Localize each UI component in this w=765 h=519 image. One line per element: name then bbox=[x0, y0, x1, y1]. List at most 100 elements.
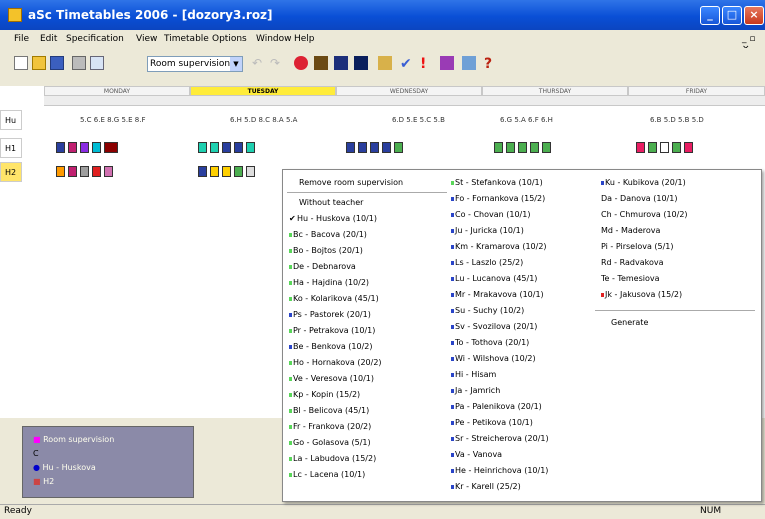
context-menu-item[interactable]: Pe - Petikova (10/1) bbox=[451, 418, 533, 427]
report-icon[interactable] bbox=[440, 56, 454, 70]
menu-timetable[interactable]: Timetable bbox=[164, 34, 209, 44]
row-label-h2[interactable]: H2 bbox=[0, 162, 22, 182]
context-menu-item[interactable]: He - Heinrichova (10/1) bbox=[451, 466, 548, 475]
context-menu-item[interactable]: Te - Temesiova bbox=[601, 274, 660, 283]
chart-icon[interactable] bbox=[462, 56, 476, 70]
lesson-card[interactable] bbox=[382, 142, 391, 153]
context-menu-item[interactable]: Su - Suchy (10/2) bbox=[451, 306, 524, 315]
lesson-card[interactable] bbox=[92, 166, 101, 177]
lesson-card[interactable] bbox=[370, 142, 379, 153]
lesson-card[interactable] bbox=[346, 142, 355, 153]
lesson-card[interactable] bbox=[530, 142, 539, 153]
context-menu-item[interactable]: Md - Maderova bbox=[601, 226, 660, 235]
menu-view[interactable]: View bbox=[136, 34, 157, 44]
context-menu-item[interactable]: Ve - Veresova (10/1) bbox=[289, 374, 374, 383]
lesson-card[interactable] bbox=[56, 142, 65, 153]
context-menu-item[interactable]: Ch - Chmurova (10/2) bbox=[601, 210, 688, 219]
context-menu-item[interactable]: Sr - Streicherova (20/1) bbox=[451, 434, 549, 443]
undo-icon[interactable]: ↶ bbox=[252, 56, 266, 70]
context-menu-item[interactable]: Bc - Bacova (20/1) bbox=[289, 230, 367, 239]
lesson-card[interactable] bbox=[394, 142, 403, 153]
lesson-card[interactable] bbox=[648, 142, 657, 153]
context-menu-item[interactable]: To - Tothova (20/1) bbox=[451, 338, 529, 347]
lesson-card[interactable] bbox=[68, 142, 77, 153]
lesson-card[interactable] bbox=[210, 166, 219, 177]
lesson-card[interactable] bbox=[518, 142, 527, 153]
context-menu-item[interactable]: Rd - Radvakova bbox=[601, 258, 664, 267]
open-folder-icon[interactable] bbox=[32, 56, 46, 70]
lesson-card[interactable] bbox=[104, 142, 118, 153]
menu-help[interactable]: Help bbox=[294, 34, 315, 44]
menu-specification[interactable]: Specification bbox=[66, 34, 124, 44]
students-icon[interactable] bbox=[354, 56, 368, 70]
redo-icon[interactable]: ↷ bbox=[270, 56, 284, 70]
save-icon[interactable] bbox=[50, 56, 64, 70]
new-document-icon[interactable] bbox=[14, 56, 28, 70]
context-menu-item[interactable]: Go - Golasova (5/1) bbox=[289, 438, 371, 447]
lesson-card[interactable] bbox=[104, 166, 113, 177]
context-menu-item[interactable]: ✔Hu - Huskova (10/1) bbox=[289, 214, 377, 223]
context-menu-item[interactable]: Remove room supervision bbox=[299, 178, 403, 187]
context-menu-item[interactable]: Bl - Belicova (45/1) bbox=[289, 406, 369, 415]
context-menu-item[interactable]: Ps - Pastorek (20/1) bbox=[289, 310, 371, 319]
close-button[interactable]: × bbox=[744, 6, 764, 25]
lesson-card[interactable] bbox=[198, 142, 207, 153]
globe-icon[interactable] bbox=[294, 56, 308, 70]
lesson-card[interactable] bbox=[198, 166, 207, 177]
lesson-card[interactable] bbox=[210, 142, 219, 153]
context-menu-item[interactable]: Wi - Wilshova (10/2) bbox=[451, 354, 536, 363]
warning-icon[interactable]: ! bbox=[420, 56, 434, 72]
context-menu-item[interactable]: Ls - Laszlo (25/2) bbox=[451, 258, 523, 267]
context-menu-item[interactable]: Lu - Lucanova (45/1) bbox=[451, 274, 537, 283]
help-icon[interactable]: ? bbox=[484, 56, 498, 72]
check-icon[interactable]: ✔ bbox=[400, 56, 414, 72]
context-menu-item[interactable]: Ho - Hornakova (20/2) bbox=[289, 358, 382, 367]
lesson-card[interactable] bbox=[234, 142, 243, 153]
menu-file[interactable]: File bbox=[14, 34, 29, 44]
context-menu-item[interactable]: Be - Benkova (10/2) bbox=[289, 342, 373, 351]
context-menu-item[interactable]: Mr - Mrakavova (10/1) bbox=[451, 290, 544, 299]
row-label-hu[interactable]: Hu bbox=[0, 110, 22, 130]
context-menu-item[interactable]: Va - Vanova bbox=[451, 450, 502, 459]
lesson-card[interactable] bbox=[672, 142, 681, 153]
context-menu-item[interactable]: La - Labudova (15/2) bbox=[289, 454, 376, 463]
context-menu-item[interactable]: De - Debnarova bbox=[289, 262, 356, 271]
subject-icon[interactable] bbox=[378, 56, 392, 70]
context-menu-item[interactable]: Ku - Kubikova (20/1) bbox=[601, 178, 686, 187]
context-menu-item[interactable]: Jk - Jakusova (15/2) bbox=[601, 290, 682, 299]
context-menu-item[interactable]: Bo - Bojtos (20/1) bbox=[289, 246, 363, 255]
context-menu-item[interactable]: Da - Danova (10/1) bbox=[601, 194, 677, 203]
teacher-icon[interactable] bbox=[314, 56, 328, 70]
lesson-card[interactable] bbox=[234, 166, 243, 177]
menu-options[interactable]: Options bbox=[212, 34, 247, 44]
context-menu-item[interactable]: Generate bbox=[611, 318, 648, 327]
lesson-card[interactable] bbox=[92, 142, 101, 153]
lesson-card[interactable] bbox=[68, 166, 77, 177]
lesson-card[interactable] bbox=[222, 166, 231, 177]
minimize-button[interactable]: _ bbox=[700, 6, 720, 25]
context-menu-item[interactable]: Co - Chovan (10/1) bbox=[451, 210, 530, 219]
maximize-button[interactable]: □ bbox=[722, 6, 742, 25]
context-menu-item[interactable]: Fr - Frankova (20/2) bbox=[289, 422, 371, 431]
context-menu-item[interactable]: Ja - Jamrich bbox=[451, 386, 500, 395]
context-menu-item[interactable]: Lc - Lacena (10/1) bbox=[289, 470, 365, 479]
lesson-card[interactable] bbox=[358, 142, 367, 153]
lesson-card[interactable] bbox=[506, 142, 515, 153]
row-label-h1[interactable]: H1 bbox=[0, 138, 22, 158]
context-menu-item[interactable]: Kr - Karell (25/2) bbox=[451, 482, 521, 491]
lesson-card[interactable] bbox=[660, 142, 669, 153]
context-menu-item[interactable]: Ju - Juricka (10/1) bbox=[451, 226, 524, 235]
menu-window[interactable]: Window bbox=[256, 34, 292, 44]
view-select[interactable]: Room supervision ▼ bbox=[147, 56, 243, 72]
lesson-card[interactable] bbox=[222, 142, 231, 153]
context-menu-item[interactable]: Pi - Pirselova (5/1) bbox=[601, 242, 674, 251]
context-menu-item[interactable]: Ko - Kolarikova (45/1) bbox=[289, 294, 379, 303]
lesson-card[interactable] bbox=[80, 142, 89, 153]
context-menu-item[interactable]: Kp - Kopin (15/2) bbox=[289, 390, 360, 399]
context-menu-item[interactable]: Km - Kramarova (10/2) bbox=[451, 242, 547, 251]
lesson-card[interactable] bbox=[636, 142, 645, 153]
print-preview-icon[interactable] bbox=[90, 56, 104, 70]
context-menu-item[interactable]: Pa - Palenikova (20/1) bbox=[451, 402, 542, 411]
lesson-card[interactable] bbox=[56, 166, 65, 177]
context-menu-item[interactable]: Hi - Hisam bbox=[451, 370, 496, 379]
